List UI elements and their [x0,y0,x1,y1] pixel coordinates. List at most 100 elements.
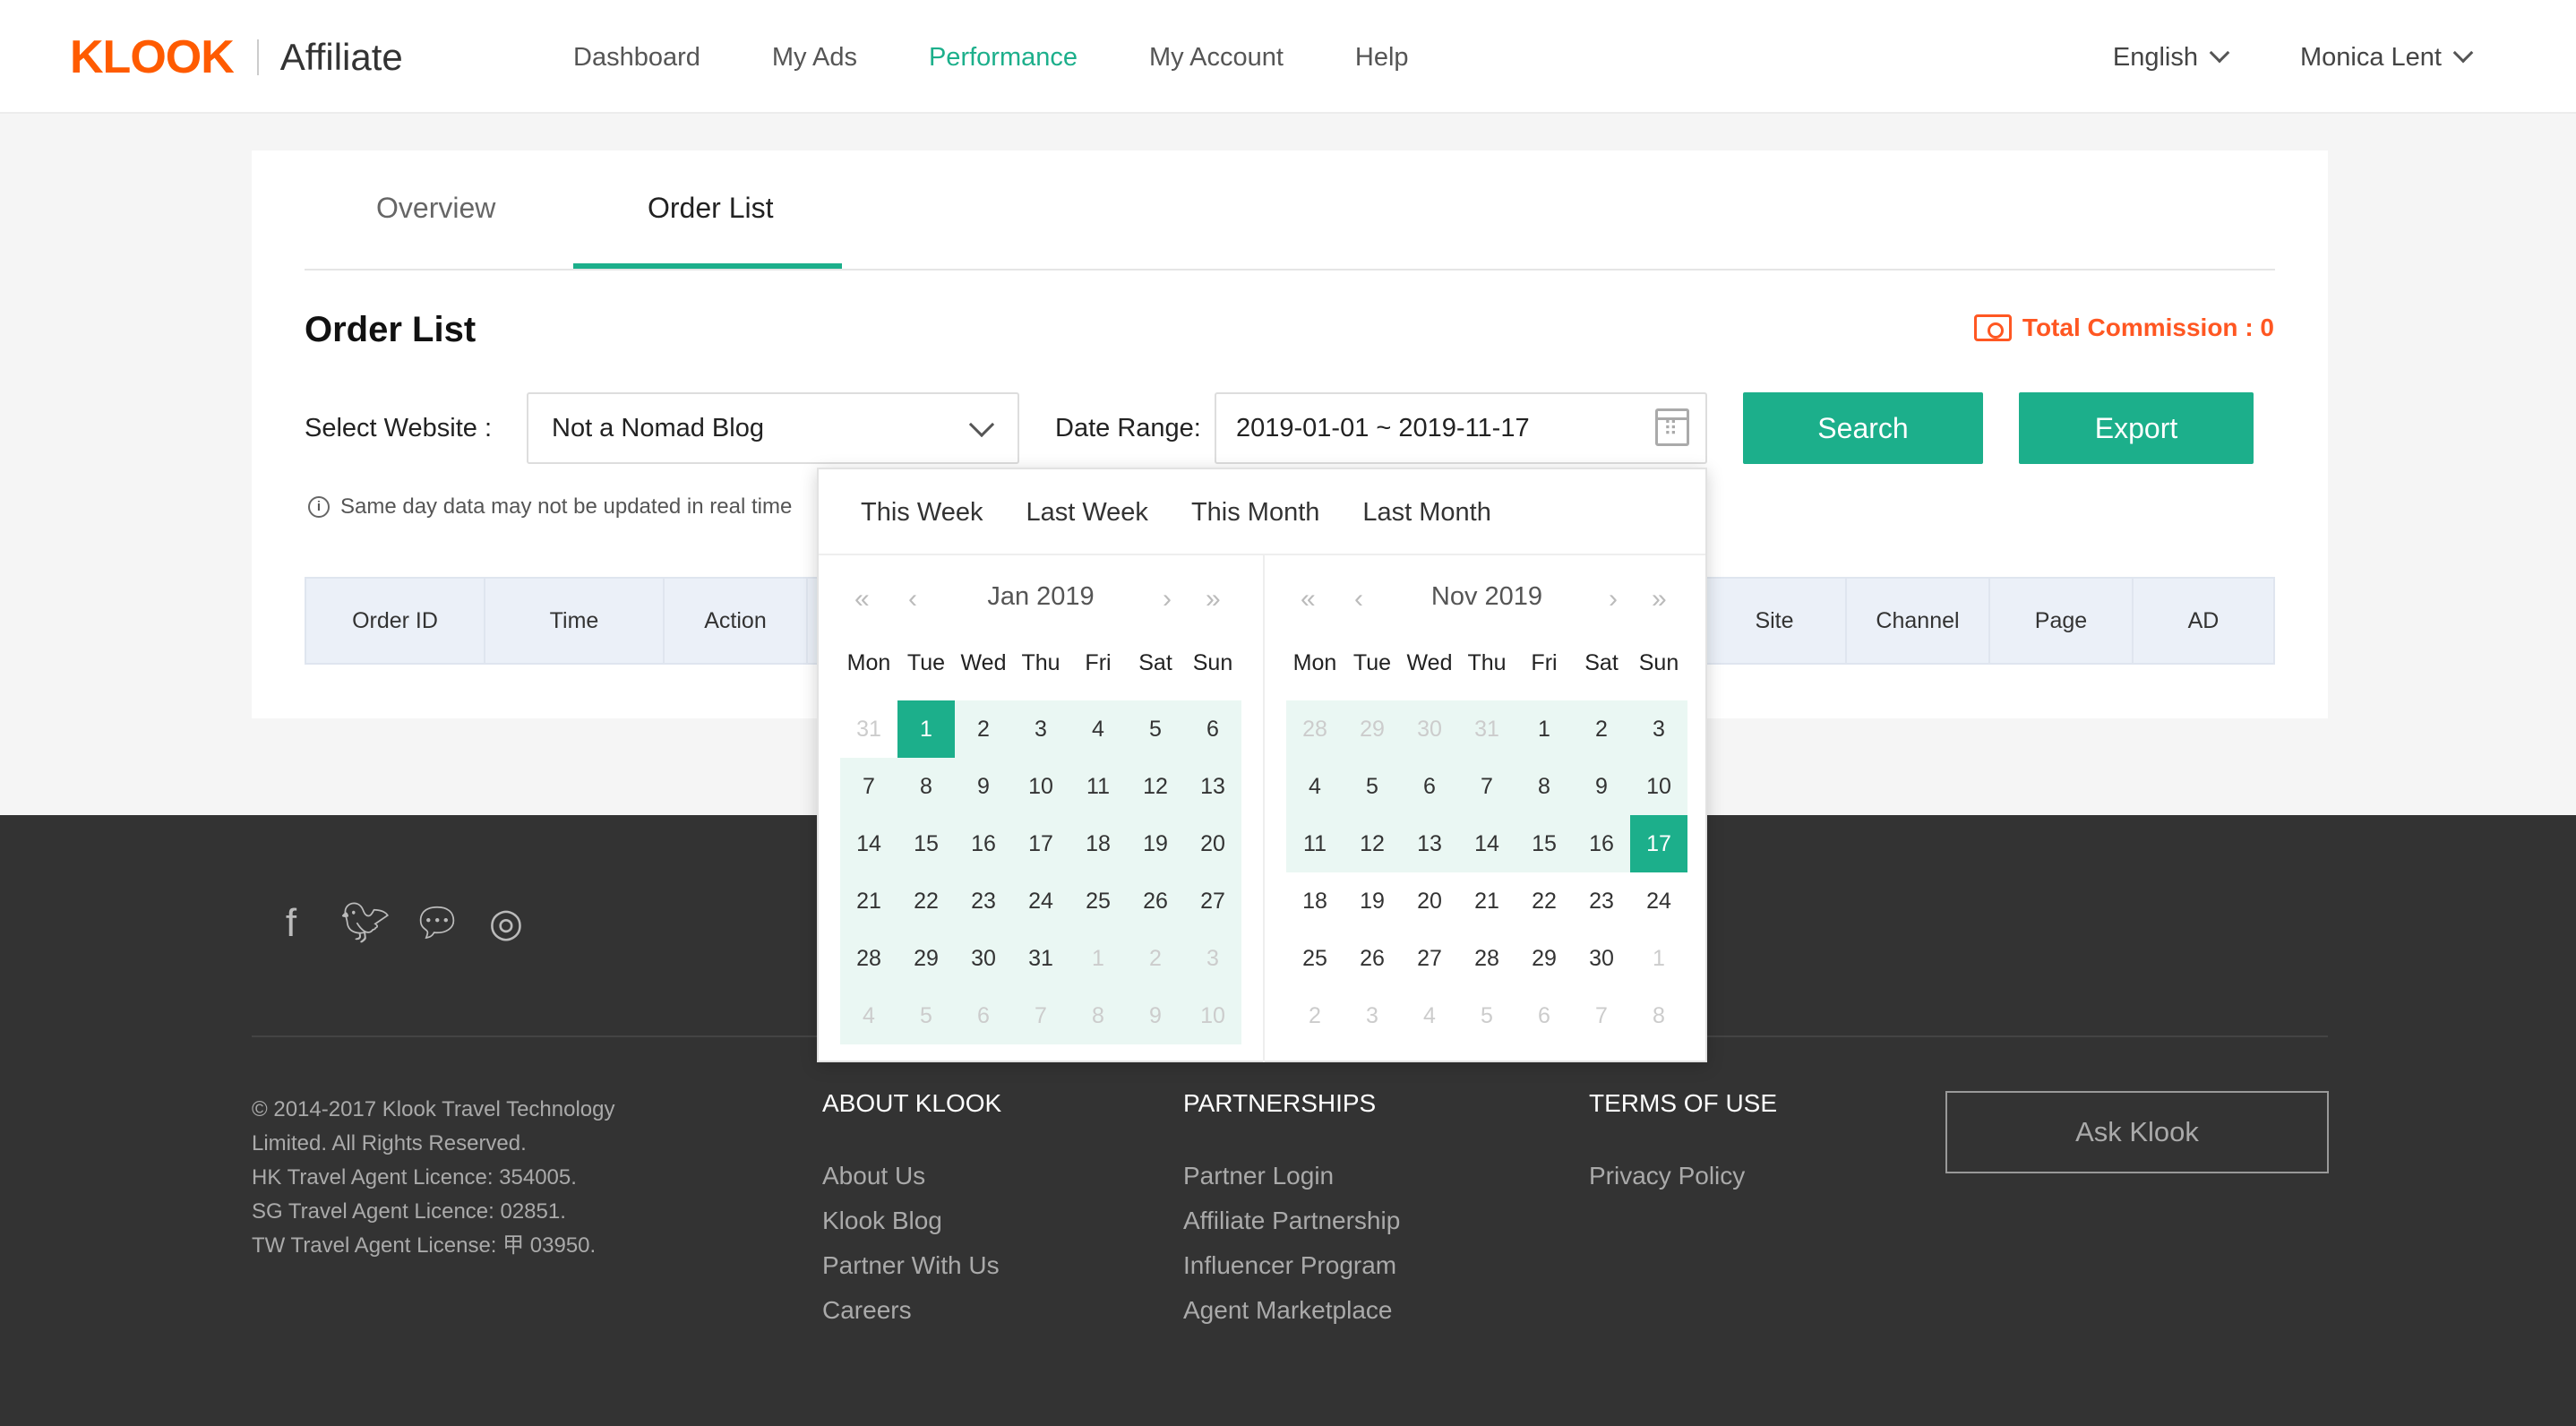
calendar-day[interactable]: 20 [1401,872,1458,930]
column-ad[interactable]: AD [2134,579,2273,663]
calendar-month-left[interactable]: Jan 2019 [819,582,1263,612]
calendar-day[interactable]: 10 [1630,758,1687,815]
footer-link-partner-with-us[interactable]: Partner With Us [822,1243,1001,1288]
wechat-icon[interactable]: 💬︎ [412,901,462,946]
calendar-day[interactable]: 22 [1516,872,1573,930]
nav-my-ads[interactable]: My Ads [772,39,857,75]
calendar-day[interactable]: 5 [1344,758,1401,815]
tab-overview[interactable]: Overview [376,192,495,225]
shortcut-this-month[interactable]: This Month [1191,469,1319,554]
next-year-icon[interactable]: » [1652,586,1667,613]
calendar-day[interactable]: 8 [1516,758,1573,815]
calendar-day[interactable]: 31 [840,700,897,758]
calendar-day-selected[interactable]: 17 [1630,815,1687,872]
calendar-day[interactable]: 24 [1012,872,1069,930]
calendar-day[interactable]: 30 [955,930,1012,987]
nav-help[interactable]: Help [1355,39,1409,75]
column-channel[interactable]: Channel [1847,579,1990,663]
klook-affiliate-logo[interactable]: KLOOK Affiliate [70,31,403,83]
calendar-day[interactable]: 19 [1127,815,1184,872]
calendar-day[interactable]: 7 [840,758,897,815]
calendar-day[interactable]: 30 [1401,700,1458,758]
column-site[interactable]: Site [1704,579,1847,663]
calendar-day[interactable]: 1 [1630,930,1687,987]
footer-link-privacy-policy[interactable]: Privacy Policy [1589,1154,1777,1198]
next-month-icon[interactable]: › [1609,586,1618,613]
calendar-day[interactable]: 6 [955,987,1012,1044]
calendar-day[interactable]: 8 [897,758,955,815]
calendar-day[interactable]: 6 [1184,700,1241,758]
calendar-day[interactable]: 7 [1012,987,1069,1044]
date-range-input[interactable]: 2019-01-01 ~ 2019-11-17 [1215,392,1707,464]
footer-link-influencer-program[interactable]: Influencer Program [1183,1243,1400,1288]
calendar-day[interactable]: 13 [1184,758,1241,815]
calendar-day[interactable]: 9 [1573,758,1630,815]
calendar-day[interactable]: 27 [1401,930,1458,987]
calendar-day[interactable]: 6 [1516,987,1573,1044]
calendar-day[interactable]: 2 [1286,987,1344,1044]
language-dropdown[interactable]: English [2113,39,2230,75]
calendar-day[interactable]: 21 [1458,872,1516,930]
calendar-day[interactable]: 13 [1401,815,1458,872]
column-order-id[interactable]: Order ID [306,579,485,663]
calendar-day[interactable]: 3 [1630,700,1687,758]
calendar-day[interactable]: 16 [1573,815,1630,872]
footer-link-careers[interactable]: Careers [822,1288,1001,1333]
calendar-day[interactable]: 8 [1630,987,1687,1044]
calendar-day[interactable]: 4 [1286,758,1344,815]
calendar-day[interactable]: 6 [1401,758,1458,815]
calendar-day[interactable]: 28 [1286,700,1344,758]
calendar-day[interactable]: 23 [1573,872,1630,930]
calendar-icon[interactable] [1655,408,1689,446]
nav-my-account[interactable]: My Account [1149,39,1284,75]
calendar-day[interactable]: 18 [1286,872,1344,930]
calendar-day[interactable]: 28 [840,930,897,987]
export-button[interactable]: Export [2019,392,2254,464]
next-year-icon[interactable]: » [1206,586,1221,613]
calendar-day[interactable]: 26 [1344,930,1401,987]
calendar-day[interactable]: 10 [1012,758,1069,815]
column-action[interactable]: Action [665,579,808,663]
calendar-day[interactable]: 14 [1458,815,1516,872]
facebook-icon[interactable]: f [269,901,313,946]
instagram-icon[interactable]: ◎ [484,901,528,946]
calendar-day[interactable]: 28 [1458,930,1516,987]
calendar-day[interactable]: 4 [840,987,897,1044]
footer-link-affiliate-partnership[interactable]: Affiliate Partnership [1183,1198,1400,1243]
calendar-day[interactable]: 12 [1344,815,1401,872]
footer-link-about-us[interactable]: About Us [822,1154,1001,1198]
calendar-day[interactable]: 8 [1069,987,1127,1044]
footer-link-partner-login[interactable]: Partner Login [1183,1154,1400,1198]
column-page[interactable]: Page [1990,579,2134,663]
calendar-day[interactable]: 9 [1127,987,1184,1044]
shortcut-last-week[interactable]: Last Week [1026,469,1147,554]
calendar-day[interactable]: 10 [1184,987,1241,1044]
calendar-day[interactable]: 16 [955,815,1012,872]
nav-performance[interactable]: Performance [929,39,1078,75]
calendar-day[interactable]: 21 [840,872,897,930]
calendar-day[interactable]: 7 [1573,987,1630,1044]
calendar-day[interactable]: 25 [1286,930,1344,987]
calendar-day[interactable]: 24 [1630,872,1687,930]
calendar-day[interactable]: 3 [1012,700,1069,758]
column-time[interactable]: Time [485,579,665,663]
nav-dashboard[interactable]: Dashboard [573,39,700,75]
next-month-icon[interactable]: › [1163,586,1172,613]
calendar-day[interactable]: 29 [897,930,955,987]
tab-order-list[interactable]: Order List [648,192,773,225]
calendar-month-right[interactable]: Nov 2019 [1265,582,1709,612]
website-select[interactable]: Not a Nomad Blog [527,392,1019,464]
calendar-day[interactable]: 1 [1069,930,1127,987]
calendar-day-selected[interactable]: 1 [897,700,955,758]
calendar-day[interactable]: 3 [1344,987,1401,1044]
calendar-day[interactable]: 29 [1516,930,1573,987]
user-menu-dropdown[interactable]: Monica Lent [2300,39,2474,75]
calendar-day[interactable]: 19 [1344,872,1401,930]
calendar-day[interactable]: 14 [840,815,897,872]
calendar-day[interactable]: 29 [1344,700,1401,758]
calendar-day[interactable]: 15 [897,815,955,872]
ask-klook-button[interactable]: Ask Klook [1945,1091,2329,1173]
calendar-day[interactable]: 25 [1069,872,1127,930]
twitter-icon[interactable]: 🐦︎ [340,901,391,946]
calendar-day[interactable]: 31 [1012,930,1069,987]
